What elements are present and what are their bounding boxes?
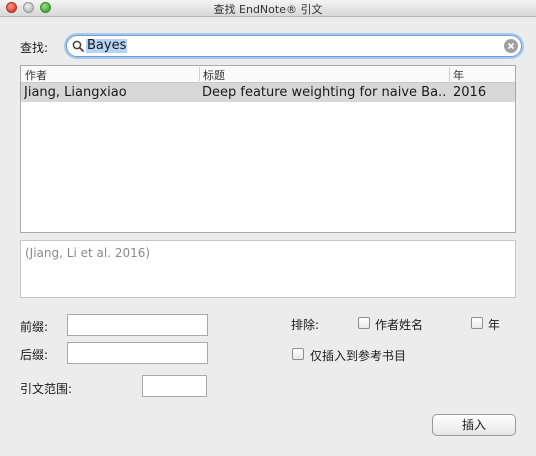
exclude-author-label[interactable]: 作者姓名 <box>375 316 423 333</box>
bibliography-only-checkbox[interactable] <box>292 348 304 360</box>
search-input-value[interactable]: Bayes <box>86 39 128 53</box>
exclude-year-checkbox[interactable] <box>471 317 483 329</box>
column-header-author[interactable]: 作者 <box>25 67 47 83</box>
insert-button[interactable]: 插入 <box>432 414 516 436</box>
bibliography-only-label[interactable]: 仅插入到参考书目 <box>310 347 406 364</box>
column-header-title[interactable]: 标题 <box>203 67 225 83</box>
pages-label: 引文范围: <box>20 382 73 396</box>
search-icon <box>72 40 84 52</box>
clear-search-icon[interactable] <box>504 39 518 53</box>
title-bar: 查找 EndNote® 引文 <box>0 0 536 17</box>
table-header: 作者 标题 年 <box>21 66 515 83</box>
column-header-year[interactable]: 年 <box>453 67 464 83</box>
prefix-label: 前缀: <box>20 320 49 334</box>
prefix-input[interactable] <box>67 314 208 336</box>
cell-title: Deep feature weighting for naive Ba... <box>202 85 446 100</box>
search-label: 查找: <box>20 41 49 55</box>
results-table[interactable]: 作者 标题 年 Jiang, Liangxiao Deep feature we… <box>20 65 516 233</box>
search-field[interactable]: Bayes <box>66 35 522 57</box>
cell-author: Jiang, Liangxiao <box>24 85 127 100</box>
window-title: 查找 EndNote® 引文 <box>213 3 323 16</box>
suffix-label: 后缀: <box>20 348 49 362</box>
exclude-year-label[interactable]: 年 <box>488 316 500 333</box>
cell-year: 2016 <box>453 85 487 100</box>
citation-preview: (Jiang, Li et al. 2016) <box>20 240 516 298</box>
pages-input[interactable] <box>142 375 207 397</box>
exclude-label: 排除: <box>291 318 320 332</box>
exclude-author-checkbox[interactable] <box>358 317 370 329</box>
citation-preview-text: (Jiang, Li et al. 2016) <box>25 246 151 260</box>
suffix-input[interactable] <box>67 342 208 364</box>
table-row[interactable]: Jiang, Liangxiao Deep feature weighting … <box>21 83 515 102</box>
